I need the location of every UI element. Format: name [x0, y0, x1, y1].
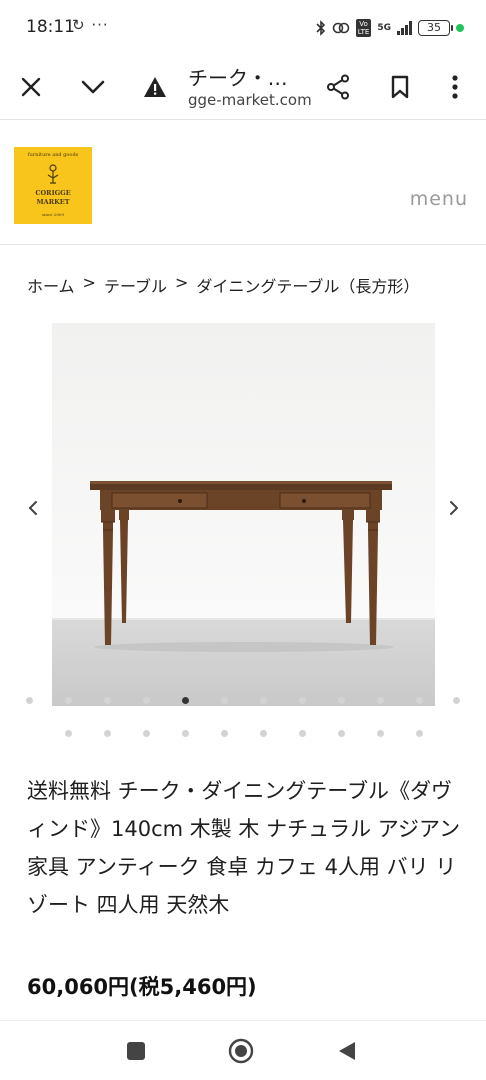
status-time: 18:11 — [26, 17, 75, 37]
gallery-dot[interactable] — [143, 730, 150, 737]
site-header: furniture and goods CORIGGE MARKET since… — [0, 121, 486, 245]
browser-toolbar: チーク・… gge-market.com — [0, 56, 486, 120]
close-icon — [21, 77, 41, 97]
minimize-button[interactable] — [70, 64, 116, 110]
gallery-dot[interactable] — [26, 697, 33, 704]
battery-icon: 35 — [418, 20, 453, 36]
gallery-dot-active[interactable] — [182, 697, 189, 704]
chevron-right-icon — [450, 501, 458, 515]
gallery-dot[interactable] — [221, 697, 228, 704]
bookmark-button[interactable] — [377, 64, 423, 110]
chevron-down-icon — [81, 80, 105, 94]
share-icon — [327, 74, 349, 100]
gallery-dot[interactable] — [260, 697, 267, 704]
breadcrumb: ホーム > テーブル > ダイニングテーブル（長方形） — [27, 273, 419, 297]
security-warning-button[interactable] — [132, 64, 178, 110]
dining-table-photo — [52, 323, 435, 706]
gallery-dots-row-2 — [0, 730, 486, 740]
breadcrumb-separator: > — [174, 273, 189, 292]
privacy-indicator-icon — [456, 24, 464, 32]
back-icon — [339, 1042, 355, 1060]
breadcrumb-dining-table[interactable]: ダイニングテーブル（長方形） — [196, 273, 419, 297]
gallery-dot[interactable] — [104, 730, 111, 737]
gallery-prev-button[interactable] — [18, 488, 48, 528]
page-url[interactable]: gge-market.com — [188, 91, 312, 109]
home-icon — [228, 1038, 254, 1064]
gallery-dot[interactable] — [299, 730, 306, 737]
gallery-dot[interactable] — [221, 730, 228, 737]
gallery-dot[interactable] — [416, 730, 423, 737]
gallery-dot[interactable] — [65, 730, 72, 737]
product-image[interactable] — [52, 323, 435, 706]
recents-icon — [127, 1042, 145, 1060]
page-title: チーク・… — [188, 66, 288, 90]
menu-button[interactable]: menu — [410, 188, 468, 210]
gallery-dot[interactable] — [65, 697, 72, 704]
more-options-button[interactable] — [432, 64, 478, 110]
share-button[interactable] — [315, 64, 361, 110]
product-price: 60,060円(税5,460円) — [27, 975, 257, 999]
close-tab-button[interactable] — [8, 64, 54, 110]
network-type: 5G — [377, 22, 391, 33]
gallery-dot[interactable] — [260, 730, 267, 737]
gallery-dot[interactable] — [338, 730, 345, 737]
logo-since: since 2009 — [42, 212, 64, 217]
gallery-dot[interactable] — [338, 697, 345, 704]
gallery-dot[interactable] — [377, 697, 384, 704]
back-button[interactable] — [329, 1033, 365, 1069]
gallery-dots-row-1 — [0, 697, 486, 707]
sync-notification-icons: ↻ ··· — [72, 16, 109, 34]
recents-button[interactable] — [118, 1033, 154, 1069]
breadcrumb-separator: > — [82, 273, 96, 292]
link-icon — [332, 22, 350, 34]
breadcrumb-table[interactable]: テーブル — [104, 273, 167, 297]
more-vert-icon — [452, 75, 458, 99]
logo-emblem-icon — [47, 164, 59, 184]
product-gallery — [0, 322, 486, 742]
chevron-left-icon — [29, 501, 37, 515]
logo-tagline: furniture and goods — [27, 152, 79, 158]
gallery-dot[interactable] — [182, 730, 189, 737]
status-icons: Vo LTE 5G 35 — [316, 16, 464, 40]
logo-name: CORIGGE MARKET — [14, 189, 92, 207]
logo-name-line2: MARKET — [36, 198, 70, 206]
status-bar: 18:11 ↻ ··· Vo LTE 5G 35 — [0, 0, 486, 56]
gallery-dot[interactable] — [104, 697, 111, 704]
gallery-dot[interactable] — [143, 697, 150, 704]
gallery-dot[interactable] — [416, 697, 423, 704]
bookmark-icon — [391, 75, 409, 99]
logo-name-line1: CORIGGE — [35, 189, 71, 197]
gallery-dot[interactable] — [453, 697, 460, 704]
gallery-dot[interactable] — [377, 730, 384, 737]
warning-icon — [144, 77, 166, 97]
bluetooth-icon — [316, 20, 325, 36]
signal-icon — [397, 21, 412, 35]
home-button[interactable] — [223, 1033, 259, 1069]
site-logo[interactable]: furniture and goods CORIGGE MARKET since… — [14, 147, 92, 224]
system-nav-bar — [0, 1020, 486, 1080]
volte-icon: Vo LTE — [355, 19, 372, 37]
gallery-next-button[interactable] — [439, 488, 469, 528]
gallery-dot[interactable] — [299, 697, 306, 704]
product-title: 送料無料 チーク・ダイニングテーブル《ダヴィンド》140cm 木製 木 ナチュラ… — [27, 779, 461, 917]
breadcrumb-home[interactable]: ホーム — [27, 273, 75, 297]
